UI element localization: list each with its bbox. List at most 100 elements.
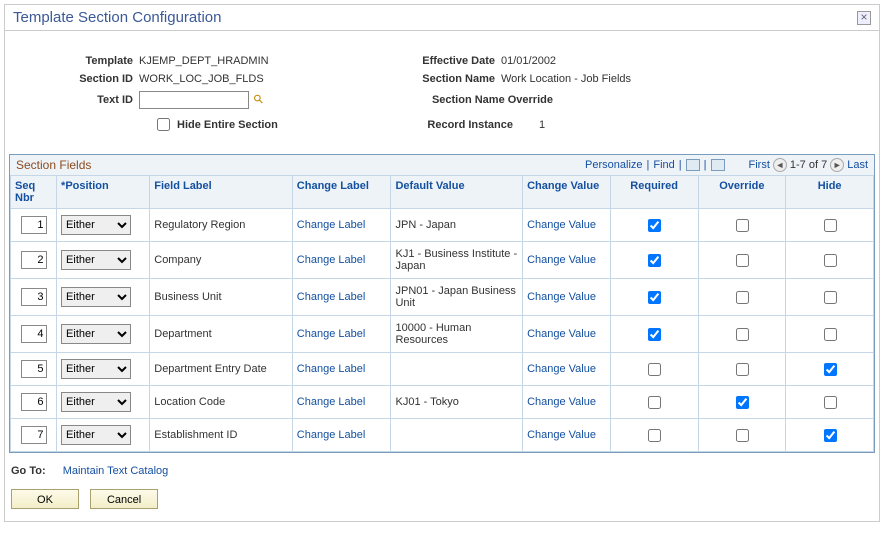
record-instance-label: Record Instance: [389, 119, 519, 131]
position-select[interactable]: Either: [61, 250, 131, 270]
seq-input[interactable]: [21, 393, 47, 411]
change-value-link[interactable]: Change Value: [527, 291, 596, 303]
table-row: EitherLocation CodeChange LabelKJ01 - To…: [11, 386, 874, 419]
eff-date-value: 01/01/2002: [501, 55, 871, 67]
cancel-button[interactable]: Cancel: [90, 489, 158, 509]
required-checkbox[interactable]: [648, 291, 661, 304]
position-select[interactable]: Either: [61, 425, 131, 445]
download-icon[interactable]: [711, 159, 725, 171]
col-change-label[interactable]: Change Label: [297, 180, 369, 192]
change-label-link[interactable]: Change Label: [297, 219, 366, 231]
change-value-link[interactable]: Change Value: [527, 219, 596, 231]
hide-checkbox[interactable]: [824, 429, 837, 442]
zoom-icon[interactable]: [686, 159, 700, 171]
find-link[interactable]: Find: [653, 159, 674, 171]
seq-input[interactable]: [21, 288, 47, 306]
seq-input[interactable]: [21, 426, 47, 444]
pager-last[interactable]: Last: [847, 159, 868, 171]
required-checkbox[interactable]: [648, 328, 661, 341]
col-default-value[interactable]: Default Value: [395, 180, 464, 192]
personalize-link[interactable]: Personalize: [585, 159, 642, 171]
col-override[interactable]: Override: [719, 180, 764, 192]
pager-prev-icon[interactable]: ◄: [773, 158, 787, 172]
hide-checkbox[interactable]: [824, 291, 837, 304]
override-checkbox[interactable]: [736, 291, 749, 304]
position-select[interactable]: Either: [61, 287, 131, 307]
change-label-link[interactable]: Change Label: [297, 396, 366, 408]
record-instance-value: 1: [519, 119, 871, 131]
dialog-title: Template Section Configuration: [13, 9, 221, 26]
change-value-link[interactable]: Change Value: [527, 429, 596, 441]
override-checkbox[interactable]: [736, 429, 749, 442]
hide-checkbox[interactable]: [824, 396, 837, 409]
hide-checkbox[interactable]: [824, 328, 837, 341]
col-hide[interactable]: Hide: [818, 180, 842, 192]
section-id-value: WORK_LOC_JOB_FLDS: [139, 73, 389, 85]
seq-input[interactable]: [21, 251, 47, 269]
hide-checkbox[interactable]: [824, 219, 837, 232]
change-label-link[interactable]: Change Label: [297, 328, 366, 340]
required-checkbox[interactable]: [648, 396, 661, 409]
table-row: Either Department Entry Date Change Label C…: [11, 353, 874, 386]
col-field-label[interactable]: Field Label: [154, 180, 211, 192]
change-label-link[interactable]: Change Label: [297, 291, 366, 303]
pager-next-icon[interactable]: ►: [830, 158, 844, 172]
eff-date-label: Effective Date: [389, 55, 501, 67]
field-label-cell: Business Unit: [150, 279, 293, 316]
grid-header-row: Seq Nbr *Position Field Label Change Lab…: [11, 176, 874, 209]
position-select[interactable]: Either: [61, 324, 131, 344]
lookup-icon[interactable]: ⚲: [250, 91, 266, 107]
change-value-link[interactable]: Change Value: [527, 363, 596, 375]
table-row: EitherDepartmentChange Label10000 - Huma…: [11, 316, 874, 353]
pager-text: 1-7 of 7: [790, 159, 827, 171]
change-value-link[interactable]: Change Value: [527, 328, 596, 340]
section-name-override-label: Section Name Override: [389, 94, 559, 106]
pager-first[interactable]: First: [749, 159, 770, 171]
col-required[interactable]: Required: [630, 180, 678, 192]
position-select[interactable]: Either: [61, 392, 131, 412]
hide-section-checkbox[interactable]: [157, 118, 170, 131]
position-select[interactable]: Either: [61, 359, 131, 379]
default-value-cell: KJ01 - Tokyo: [391, 386, 523, 419]
seq-input[interactable]: [21, 325, 47, 343]
button-row: OK Cancel: [5, 485, 879, 521]
change-label-link[interactable]: Change Label: [297, 363, 366, 375]
ok-button[interactable]: OK: [11, 489, 79, 509]
title-bar: Template Section Configuration ×: [5, 5, 879, 31]
position-select[interactable]: Either: [61, 215, 131, 235]
override-checkbox[interactable]: [736, 328, 749, 341]
field-label-cell: Department Entry Date: [150, 353, 293, 386]
change-value-link[interactable]: Change Value: [527, 254, 596, 266]
goto-text-catalog-link[interactable]: Maintain Text Catalog: [63, 465, 169, 477]
field-label-cell: Department: [150, 316, 293, 353]
override-checkbox[interactable]: [736, 219, 749, 232]
text-id-field-wrap: ⚲: [139, 91, 389, 109]
override-checkbox[interactable]: [736, 254, 749, 267]
grid-title: Section Fields: [16, 158, 581, 172]
col-position[interactable]: *Position: [61, 180, 109, 192]
seq-input[interactable]: [21, 216, 47, 234]
required-checkbox[interactable]: [648, 429, 661, 442]
change-label-link[interactable]: Change Label: [297, 429, 366, 441]
change-value-link[interactable]: Change Value: [527, 396, 596, 408]
col-seq[interactable]: Seq Nbr: [15, 180, 35, 204]
table-row: EitherBusiness UnitChange LabelJPN01 - J…: [11, 279, 874, 316]
section-name-label: Section Name: [389, 73, 501, 85]
close-icon[interactable]: ×: [857, 11, 871, 25]
required-checkbox[interactable]: [648, 219, 661, 232]
required-checkbox[interactable]: [648, 363, 661, 376]
hide-checkbox[interactable]: [824, 363, 837, 376]
text-id-input[interactable]: [139, 91, 249, 109]
required-checkbox[interactable]: [648, 254, 661, 267]
header-form: Template KJEMP_DEPT_HRADMIN Effective Da…: [5, 31, 879, 150]
table-row: EitherRegulatory RegionChange LabelJPN -…: [11, 209, 874, 242]
change-label-link[interactable]: Change Label: [297, 254, 366, 266]
text-id-label: Text ID: [13, 94, 139, 106]
col-change-value[interactable]: Change Value: [527, 180, 599, 192]
seq-input[interactable]: [21, 360, 47, 378]
override-checkbox[interactable]: [736, 363, 749, 376]
hide-checkbox[interactable]: [824, 254, 837, 267]
table-row: EitherCompanyChange LabelKJ1 - Business …: [11, 242, 874, 279]
dialog-container: Template Section Configuration × Templat…: [4, 4, 880, 522]
override-checkbox[interactable]: [736, 396, 749, 409]
